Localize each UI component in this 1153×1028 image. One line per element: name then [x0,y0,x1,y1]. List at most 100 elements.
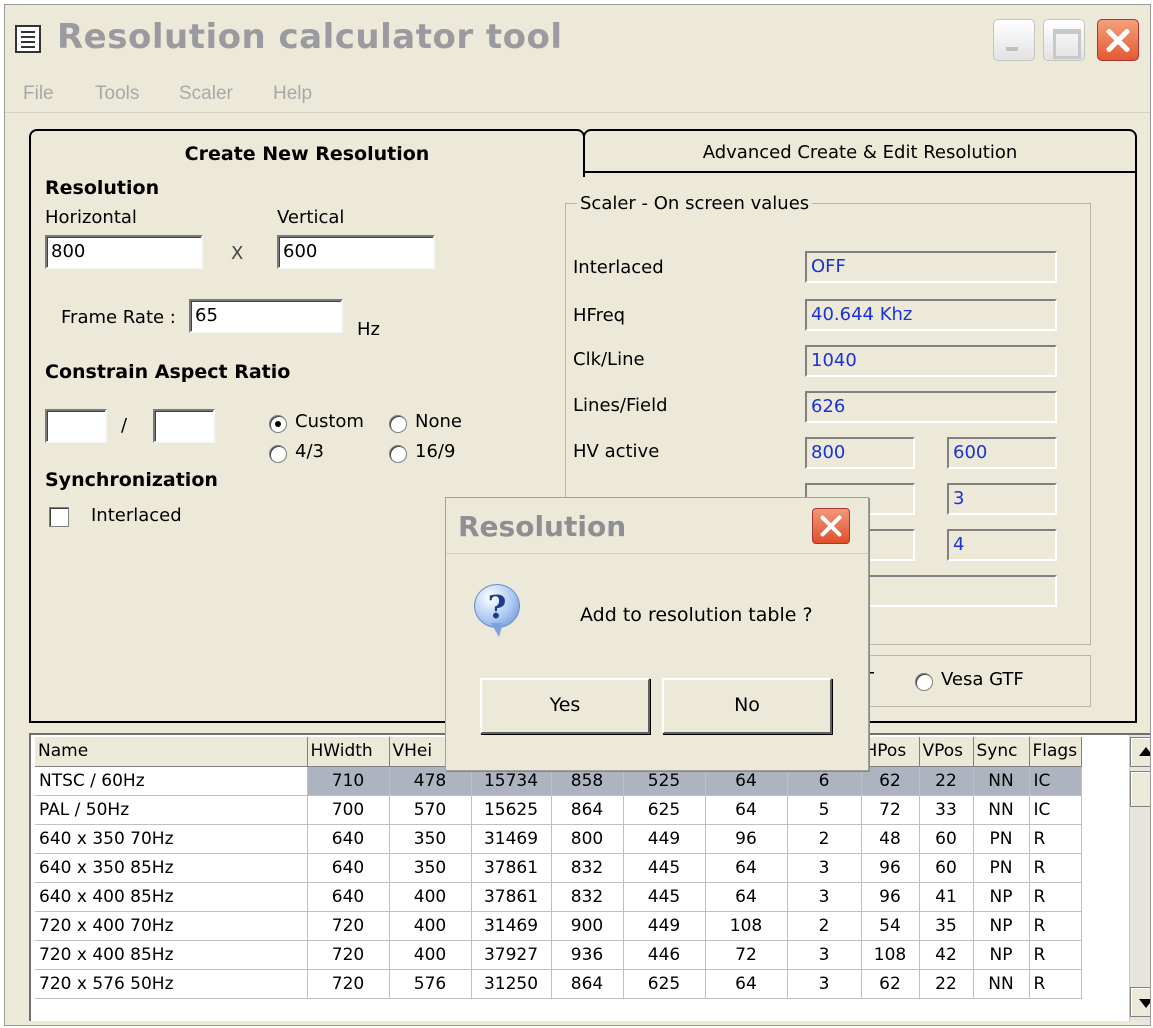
table-cell: R [1029,969,1082,999]
table-cell: 22 [919,766,974,796]
arrow-up-icon[interactable] [1130,737,1150,767]
close-button[interactable] [1097,19,1139,61]
dialog-close-button[interactable] [812,508,850,544]
table-cell: 640 [307,853,390,883]
radio-vesa-gtf[interactable] [915,673,933,691]
frame-rate-unit: Hz [357,319,380,340]
radio-4-3[interactable] [269,445,287,463]
table-row[interactable]: PAL / 50Hz 700 570 15625 864 625 64 5 72 33 NN IC [35,795,1082,825]
table-cell: PN [973,853,1030,883]
scrollbar-thumb[interactable] [1130,771,1150,807]
table-cell: 2 [787,911,862,941]
radio-custom-label: Custom [295,411,364,432]
table-cell: R [1029,853,1082,883]
interlaced-checkbox-label: Interlaced [91,505,182,526]
interlaced-checkbox[interactable] [49,507,69,527]
table-cell: 31469 [471,911,552,941]
table-row[interactable]: 720 x 400 85Hz 720 400 37927 936 446 72 3 108 42 N… [35,940,1082,970]
table-cell: 15625 [471,795,552,825]
table-cell: 900 [551,911,624,941]
column-header-hpos[interactable]: HPos [861,737,920,767]
hv-active-label: HV active [573,441,660,462]
table-cell: 96 [705,824,788,854]
column-header-sync[interactable]: Sync [973,737,1030,767]
table-cell: 936 [551,940,624,970]
scaler-group-legend: Scaler - On screen values [577,193,813,214]
table-row[interactable]: 640 x 350 70Hz 640 350 31469 800 449 96 2 48 60 PN… [35,824,1082,854]
radio-custom[interactable] [269,415,287,433]
table-cell: 3 [787,940,862,970]
yes-button[interactable]: Yes [480,678,650,734]
calculator-icon [15,25,41,53]
row-name-cell: 720 x 576 50Hz [35,969,308,999]
table-cell: IC [1029,766,1082,796]
table-cell: R [1029,940,1082,970]
radio-4-3-label: 4/3 [295,441,324,462]
table-cell: 72 [705,940,788,970]
resolution-heading: Resolution [45,177,160,199]
table-cell: 350 [389,853,472,883]
table-cell: 62 [861,766,920,796]
scaler-interlaced-label: Interlaced [573,257,664,278]
table-row[interactable]: 640 x 400 85Hz 640 400 37861 832 445 64 3 96 41 NP… [35,882,1082,912]
radio-none[interactable] [389,415,407,433]
tab-advanced-create-edit[interactable]: Advanced Create & Edit Resolution [583,129,1137,173]
table-cell: 5 [787,795,862,825]
dialog-title-bar[interactable]: Resolution [446,498,868,554]
radio-none-label: None [415,411,462,432]
radio-16-9[interactable] [389,445,407,463]
tab-label: Advanced Create & Edit Resolution [702,142,1018,163]
resolution-table[interactable]: Name HWidth VHei HPos VPos Sync Flags NT… [29,733,1150,1021]
row-name-cell: 640 x 400 85Hz [35,882,308,912]
table-cell: 42 [919,940,974,970]
horizontal-label: Horizontal [45,207,137,228]
aspect-denominator-input[interactable] [153,409,215,443]
table-cell: 108 [861,940,920,970]
close-icon [1098,20,1138,60]
column-header-flags[interactable]: Flags [1029,737,1082,767]
table-row[interactable]: 720 x 400 70Hz 720 400 31469 900 449 108 2 54 35 N… [35,911,1082,941]
lines-field-label: Lines/Field [573,395,668,416]
title-bar[interactable]: Resolution calculator tool [5,5,1150,73]
table-cell: 720 [307,911,390,941]
arrow-down-icon[interactable] [1130,987,1150,1017]
table-cell: 31469 [471,824,552,854]
table-cell: 62 [861,969,920,999]
column-header-vpos[interactable]: VPos [919,737,974,767]
table-cell: 3 [787,969,862,999]
table-row[interactable]: 640 x 350 85Hz 640 350 37861 832 445 64 3 96 60 PN… [35,853,1082,883]
table-cell: 96 [861,882,920,912]
row-name-cell: 720 x 400 85Hz [35,940,308,970]
horizontal-input[interactable]: 800 [45,235,203,269]
frame-rate-input[interactable]: 65 [189,299,343,333]
table-cell: 37927 [471,940,552,970]
menu-tools[interactable]: Tools [95,83,139,105]
table-cell: 33 [919,795,974,825]
vertical-scrollbar[interactable] [1129,735,1150,1021]
table-cell: 64 [705,969,788,999]
maximize-button[interactable] [1043,19,1085,61]
table-cell: 400 [389,940,472,970]
menu-scaler[interactable]: Scaler [179,83,233,105]
tab-create-new-resolution[interactable]: Create New Resolution [29,129,585,177]
column-header-name[interactable]: Name [35,737,308,767]
no-button[interactable]: No [662,678,832,734]
table-row[interactable]: 720 x 576 50Hz 720 576 31250 864 625 64 3 62 22 NN… [35,969,1082,999]
menu-help[interactable]: Help [273,83,312,105]
aspect-numerator-input[interactable] [45,409,107,443]
column-header-hwidth[interactable]: HWidth [307,737,390,767]
times-symbol: X [231,243,244,264]
table-cell: 64 [705,853,788,883]
table-cell: 37861 [471,853,552,883]
hfreq-label: HFreq [573,305,626,326]
table-cell: NN [973,766,1030,796]
table-cell: 710 [307,766,390,796]
table-cell: 700 [307,795,390,825]
scaler-row7-v-value: 4 [947,529,1057,561]
menu-file[interactable]: File [23,83,54,105]
minimize-button[interactable] [993,19,1035,61]
table-cell: 22 [919,969,974,999]
table-cell: 720 [307,940,390,970]
vertical-input[interactable]: 600 [277,235,435,269]
table-cell: 3 [787,853,862,883]
